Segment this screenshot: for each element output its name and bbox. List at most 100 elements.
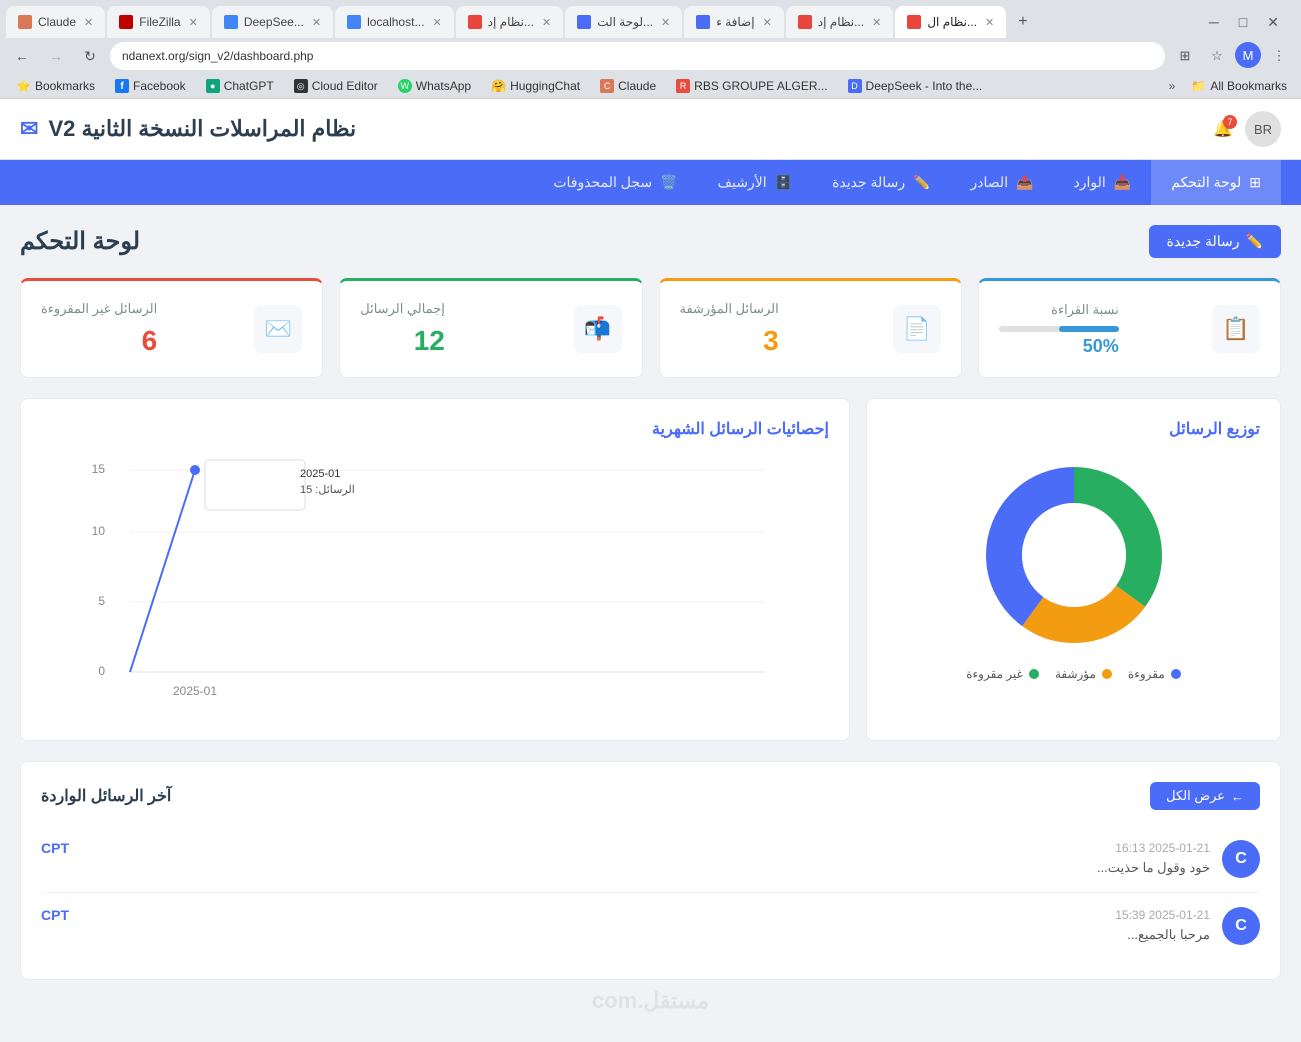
whatsapp-label: WhatsApp <box>416 79 471 93</box>
nav-archive[interactable]: 🗄️ الأرشيف <box>698 160 813 205</box>
tab-close-claude[interactable]: ✕ <box>84 16 93 29</box>
msg-body-2: 2025-01-21 15:39 CPT مرحبا بالجميع... <box>41 907 1210 943</box>
tab-favicon-claude <box>18 15 32 29</box>
all-bookmarks[interactable]: 📁 All Bookmarks <box>1185 77 1293 95</box>
bookmark-deepseek[interactable]: D DeepSeek - Into the... <box>840 77 991 95</box>
nav-new-message[interactable]: ✏️ رسالة جديدة <box>812 160 950 205</box>
legend-dot-read <box>1171 669 1181 679</box>
back-button[interactable]: ← <box>8 42 36 70</box>
notification-count: 7 <box>1223 115 1237 129</box>
tab-label-loha: لوحة الت... <box>597 15 653 29</box>
settings-icon[interactable]: ⋮ <box>1265 42 1293 70</box>
bookmark-whatsapp[interactable]: W WhatsApp <box>390 77 479 95</box>
tooltip-box <box>205 460 305 510</box>
new-message-button[interactable]: ✏️ رسالة جديدة <box>1149 225 1281 258</box>
tab-nda2[interactable]: نظام إد... ✕ <box>786 6 894 38</box>
tab-filezilla[interactable]: FileZilla ✕ <box>107 6 210 38</box>
line-chart-wrap: 15 10 5 0 2025-01 <box>41 455 829 720</box>
bookmarks-label: Bookmarks <box>35 79 95 93</box>
tab-claude[interactable]: Claude ✕ <box>6 6 105 38</box>
bookmark-chatgpt[interactable]: ● ChatGPT <box>198 77 282 95</box>
tab-nda1[interactable]: نظام إد... ✕ <box>456 6 564 38</box>
message-item[interactable]: C 2025-01-21 16:13 CPT خود وقول ما حذيت.… <box>41 826 1260 893</box>
tab-favicon-deepseek <box>224 15 238 29</box>
starred-icon: 📄 <box>893 305 941 353</box>
app-content: ✏️ رسالة جديدة لوحة التحكم 📋 نسبة القراء… <box>0 205 1301 1042</box>
donut-svg <box>974 455 1174 655</box>
bookmark-huggingchat[interactable]: 🤗 HuggingChat <box>483 77 588 95</box>
nav-outbox-label: الصادر <box>971 174 1009 191</box>
msg-time-2: 2025-01-21 15:39 <box>1115 908 1210 922</box>
bookmark-rbs[interactable]: R RBS GROUPE ALGER... <box>668 77 835 95</box>
donut-wrap: غير مقروءة مؤرشفة مقروءة <box>887 455 1260 681</box>
tab-deepseek[interactable]: DeepSee... ✕ <box>212 6 333 38</box>
tab-localhost[interactable]: localhost... ✕ <box>335 6 454 38</box>
tab-close-nda1[interactable]: ✕ <box>542 16 551 29</box>
view-all-button[interactable]: ← عرض الكل <box>1150 782 1260 810</box>
nav-deleted[interactable]: 🗑️ سجل المحذوفات <box>533 160 697 205</box>
tab-active[interactable]: نظام ال... ✕ <box>895 6 1006 38</box>
y-label-0: 0 <box>98 664 105 678</box>
notification-bell[interactable]: 🔔 7 <box>1213 119 1233 139</box>
address-input[interactable] <box>110 42 1165 70</box>
view-all-label: عرض الكل <box>1166 788 1225 804</box>
deepseek-bk-label: DeepSeek - Into the... <box>866 79 983 93</box>
tab-favicon-loha <box>577 15 591 29</box>
window-controls: ─ □ ✕ <box>1193 12 1295 33</box>
tab-close-loha[interactable]: ✕ <box>661 16 670 29</box>
reload-button[interactable]: ↻ <box>76 42 104 70</box>
extensions-icon[interactable]: ⊞ <box>1171 42 1199 70</box>
profile-icon[interactable]: M <box>1235 42 1261 68</box>
minimize-button[interactable]: ─ <box>1201 12 1227 32</box>
message-item-2[interactable]: C 2025-01-21 15:39 CPT مرحبا بالجميع... <box>41 893 1260 959</box>
tab-label-nda2: نظام إد... <box>818 15 864 29</box>
all-bookmarks-label: All Bookmarks <box>1210 79 1287 93</box>
tab-close-idafa[interactable]: ✕ <box>763 16 772 29</box>
tab-loha[interactable]: لوحة الت... ✕ <box>565 6 682 38</box>
bookmark-cloud-editor[interactable]: ◎ Cloud Editor <box>286 77 386 95</box>
tooltip-date: 2025-01 <box>300 468 340 480</box>
bookmark-claude[interactable]: C Claude <box>592 77 664 95</box>
nav-outbox[interactable]: 📤 الصادر <box>951 160 1054 205</box>
bookmarks-more[interactable]: » <box>1163 77 1182 95</box>
tab-favicon-nda2 <box>798 15 812 29</box>
tab-close-filezilla[interactable]: ✕ <box>189 16 198 29</box>
total-info: إجمالي الرسائل 12 <box>360 301 445 357</box>
stat-card-starred: 📄 الرسائل المؤرشفة 3 <box>659 278 962 378</box>
page-title: لوحة التحكم <box>20 227 140 256</box>
donut-legend: غير مقروءة مؤرشفة مقروءة <box>966 667 1181 681</box>
chatgpt-label: ChatGPT <box>224 79 274 93</box>
nav-inbox[interactable]: 📥 الوارد <box>1054 160 1152 205</box>
bookmark-facebook[interactable]: f Facebook <box>107 77 194 95</box>
legend-label-starred: مؤرشفة <box>1055 667 1096 681</box>
tab-close-localhost[interactable]: ✕ <box>432 16 441 29</box>
unread-value: 6 <box>41 325 157 357</box>
read-rate-value: 50% <box>999 336 1119 357</box>
legend-item-unread: غير مقروءة <box>966 667 1039 681</box>
new-tab-button[interactable]: + <box>1008 7 1037 37</box>
user-initials: BR <box>1254 122 1272 137</box>
tab-close-deepseek[interactable]: ✕ <box>312 16 321 29</box>
close-button[interactable]: ✕ <box>1259 12 1287 33</box>
cloud-editor-label: Cloud Editor <box>312 79 378 93</box>
legend-item-starred: مؤرشفة <box>1055 667 1112 681</box>
tab-close-active[interactable]: ✕ <box>985 16 994 29</box>
bookmark-star-icon[interactable]: ☆ <box>1203 42 1231 70</box>
trash-icon: 🗑️ <box>660 174 677 191</box>
app-nav: ⊞ لوحة التحكم 📥 الوارد 📤 الصادر ✏️ رسالة… <box>0 160 1301 205</box>
whatsapp-icon: W <box>398 79 412 93</box>
archive-icon: 🗄️ <box>775 174 792 191</box>
rbs-label: RBS GROUPE ALGER... <box>694 79 827 93</box>
tab-idafa[interactable]: إضافة ء ✕ <box>684 6 784 38</box>
line-path <box>130 470 195 672</box>
app-title: نظام المراسلات النسخة الثانية V2 ✉ <box>20 116 356 142</box>
claude-bk-label: Claude <box>618 79 656 93</box>
bookmark-star[interactable]: ⭐ Bookmarks <box>8 77 103 95</box>
deepseek-bk-icon: D <box>848 79 862 93</box>
nav-dashboard[interactable]: ⊞ لوحة التحكم <box>1151 160 1281 205</box>
maximize-button[interactable]: □ <box>1231 12 1255 32</box>
nav-archive-label: الأرشيف <box>718 174 767 191</box>
huggingchat-label: HuggingChat <box>510 79 580 93</box>
forward-button[interactable]: → <box>42 42 70 70</box>
tab-close-nda2[interactable]: ✕ <box>872 16 881 29</box>
